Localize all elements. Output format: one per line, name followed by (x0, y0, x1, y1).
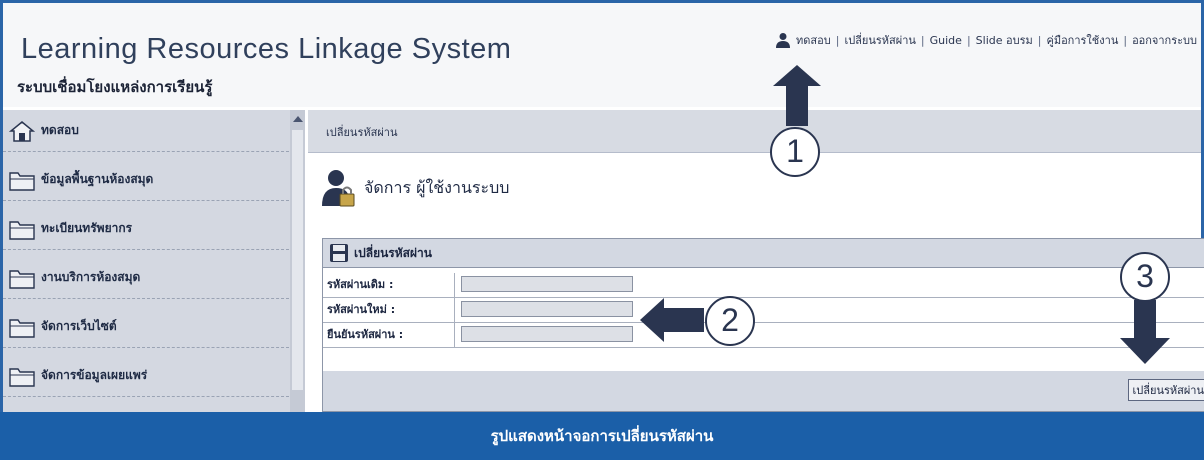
annotation-overlay (640, 65, 1170, 364)
figure-caption: รูปแสดงหน้าจอการเปลี่ยนรหัสผ่าน (490, 427, 714, 445)
arrow-left-icon (640, 298, 704, 342)
step-3-marker: 3 (1120, 252, 1170, 302)
figure-caption-bar: รูปแสดงหน้าจอการเปลี่ยนรหัสผ่าน (0, 412, 1204, 460)
step-1-marker: 1 (770, 127, 820, 177)
step-2-marker: 2 (705, 296, 755, 346)
arrow-down-icon (1120, 300, 1170, 364)
arrow-up-icon (773, 65, 821, 126)
